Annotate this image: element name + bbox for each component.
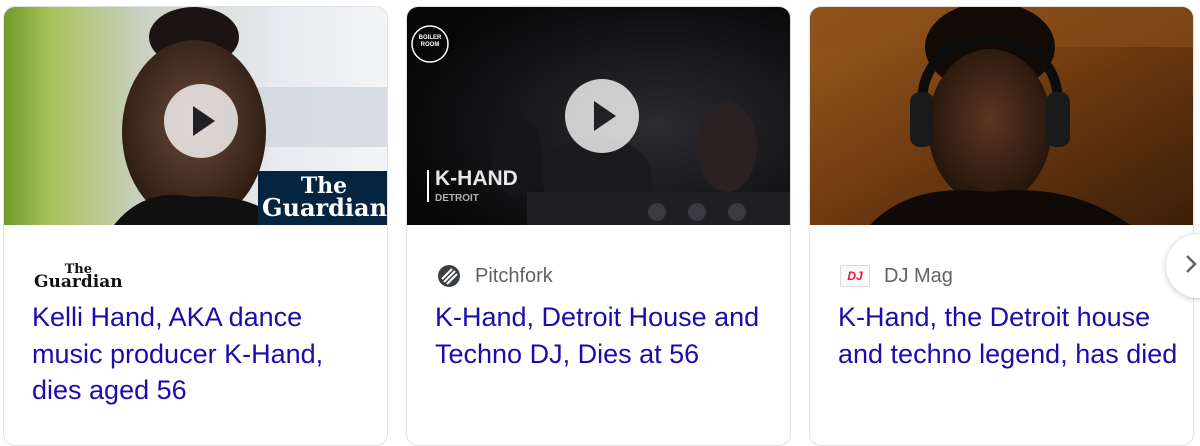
source-name: DJ Mag: [884, 264, 953, 287]
news-source: Pitchfork: [437, 261, 553, 291]
headline-link[interactable]: K-Hand, the Detroit house and techno leg…: [838, 299, 1178, 372]
pitchfork-icon: [437, 264, 461, 288]
video-thumbnail[interactable]: BOILER ROOM K-HAND DETROIT: [407, 7, 790, 225]
thumbnail-image: [810, 7, 1193, 225]
news-source: DJ DJ Mag: [840, 261, 953, 291]
djmag-icon: DJ: [840, 265, 870, 287]
boiler-room-logo: BOILER ROOM: [418, 35, 442, 48]
headline-link[interactable]: Kelli Hand, AKA dance music producer K-H…: [32, 299, 372, 409]
video-thumbnail[interactable]: The Guardian: [4, 7, 387, 225]
article-thumbnail[interactable]: [810, 7, 1193, 225]
news-card-pitchfork[interactable]: BOILER ROOM K-HAND DETROIT Pitchfork K-H…: [406, 6, 791, 446]
news-card-guardian[interactable]: The Guardian The Guardian Kelli Hand, AK…: [3, 6, 388, 446]
headline-link[interactable]: K-Hand, Detroit House and Techno DJ, Die…: [435, 299, 775, 372]
guardian-watermark: The Guardian: [262, 173, 387, 222]
play-button[interactable]: [164, 84, 238, 158]
source-name: Pitchfork: [475, 264, 553, 287]
play-button[interactable]: [565, 79, 639, 153]
video-title-overlay: K-HAND DETROIT: [435, 167, 518, 204]
chevron-right-icon: [1184, 250, 1198, 282]
guardian-logo: The Guardian: [34, 262, 123, 292]
news-card-djmag[interactable]: DJ DJ Mag K-Hand, the Detroit house and …: [809, 6, 1194, 446]
news-source: The Guardian: [34, 261, 123, 291]
